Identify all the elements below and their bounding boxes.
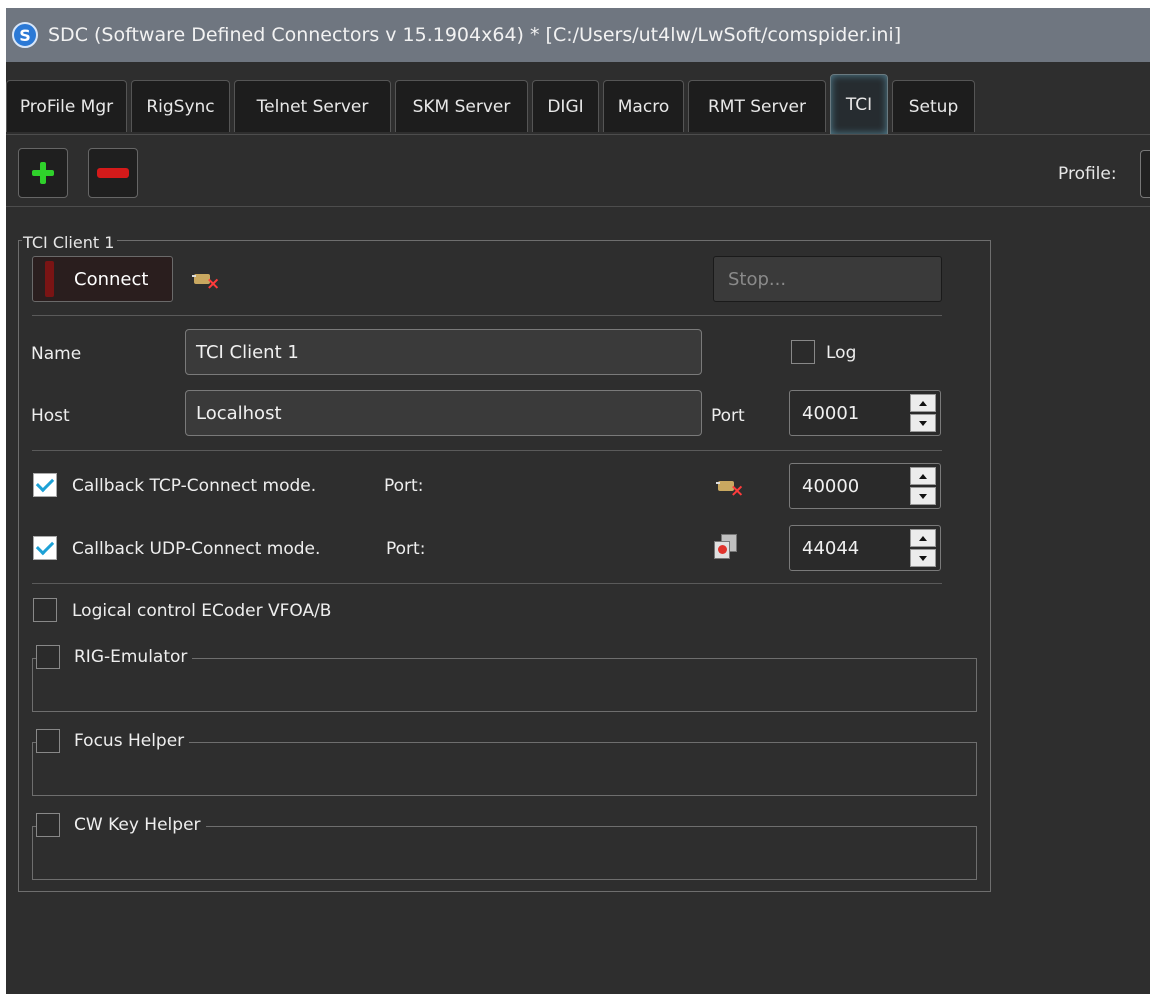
focus-helper-header[interactable]: Focus Helper — [36, 729, 190, 753]
divider-1 — [32, 315, 942, 316]
connection-led — [45, 261, 54, 297]
cw-key-helper-checkbox[interactable] — [36, 813, 60, 837]
profile-label: Profile: — [1058, 164, 1117, 184]
tab-bar: ProFile Mgr RigSync Telnet Server SKM Se… — [6, 68, 1150, 135]
host-label: Host — [31, 406, 70, 426]
cw-key-helper-label: CW Key Helper — [74, 815, 201, 835]
host-field[interactable]: Localhost — [185, 390, 702, 436]
callback-udp-checkbox[interactable] — [33, 536, 57, 560]
callback-udp-port-decrement[interactable] — [910, 549, 936, 567]
callback-tcp-port-label: Port: — [384, 476, 424, 496]
minus-icon — [97, 168, 129, 178]
check-icon — [35, 473, 55, 493]
callback-udp-label: Callback UDP-Connect mode. — [72, 539, 321, 559]
tab-rigsync[interactable]: RigSync — [131, 80, 230, 132]
host-port-value: 40001 — [802, 403, 860, 424]
callback-tcp-port-increment[interactable] — [910, 467, 936, 485]
host-port-increment[interactable] — [910, 394, 936, 412]
profile-select[interactable] — [1140, 150, 1150, 198]
rig-emulator-label: RIG-Emulator — [74, 647, 188, 667]
focus-helper-label: Focus Helper — [74, 731, 185, 751]
callback-udp-port-spinbox[interactable]: 44044 — [789, 525, 941, 571]
toolbar-divider — [6, 206, 1150, 207]
tab-digi[interactable]: DIGI — [532, 80, 599, 132]
log-checkbox[interactable] — [791, 340, 815, 364]
divider-2 — [32, 450, 942, 451]
stop-button[interactable]: Stop... — [713, 256, 942, 302]
callback-udp-port-label: Port: — [386, 539, 426, 559]
callback-tcp-checkbox[interactable] — [33, 473, 57, 497]
tab-skm-server[interactable]: SKM Server — [395, 80, 528, 132]
connect-button[interactable]: Connect — [32, 256, 173, 302]
window-title: SDC (Software Defined Connectors v 15.19… — [48, 24, 902, 46]
cw-key-helper-header[interactable]: CW Key Helper — [36, 813, 206, 837]
plug-disconnected-icon: × — [716, 475, 746, 501]
app-window: S SDC (Software Defined Connectors v 15.… — [6, 8, 1150, 994]
tab-profile-mgr[interactable]: ProFile Mgr — [6, 80, 127, 132]
name-field[interactable]: TCI Client 1 — [185, 329, 702, 375]
rig-emulator-checkbox[interactable] — [36, 645, 60, 669]
host-port-spinbox[interactable]: 40001 — [789, 390, 941, 436]
title-bar[interactable]: S SDC (Software Defined Connectors v 15.… — [6, 8, 1150, 62]
log-label: Log — [826, 343, 857, 363]
host-port-decrement[interactable] — [910, 414, 936, 432]
callback-tcp-port-decrement[interactable] — [910, 487, 936, 505]
name-label: Name — [31, 344, 82, 364]
check-icon — [35, 536, 55, 556]
rig-emulator-header[interactable]: RIG-Emulator — [36, 645, 193, 669]
logical-control-label: Logical control ECoder VFOA/B — [72, 601, 332, 621]
plus-icon — [32, 162, 54, 184]
callback-tcp-port-value: 40000 — [802, 476, 860, 497]
callback-tcp-port-spinbox[interactable]: 40000 — [789, 463, 941, 509]
callback-udp-port-increment[interactable] — [910, 529, 936, 547]
tci-client-group-title: TCI Client 1 — [22, 233, 118, 252]
add-client-button[interactable] — [18, 148, 68, 198]
callback-tcp-label: Callback TCP-Connect mode. — [72, 476, 317, 496]
tab-macro[interactable]: Macro — [603, 80, 684, 132]
divider-3 — [32, 583, 942, 584]
tab-telnet-server[interactable]: Telnet Server — [234, 80, 391, 132]
port-label: Port — [711, 406, 745, 426]
plug-disconnected-icon: × — [192, 268, 222, 294]
tab-setup[interactable]: Setup — [892, 80, 975, 132]
focus-helper-checkbox[interactable] — [36, 729, 60, 753]
network-card-icon — [713, 534, 739, 560]
tab-tci[interactable]: TCI — [830, 74, 888, 134]
sdc-app-icon[interactable]: S — [12, 22, 38, 48]
remove-client-button[interactable] — [88, 148, 138, 198]
callback-udp-port-value: 44044 — [802, 538, 860, 559]
logical-control-checkbox[interactable] — [33, 598, 57, 622]
tab-rmt-server[interactable]: RMT Server — [688, 80, 826, 132]
connect-button-label: Connect — [74, 268, 149, 290]
